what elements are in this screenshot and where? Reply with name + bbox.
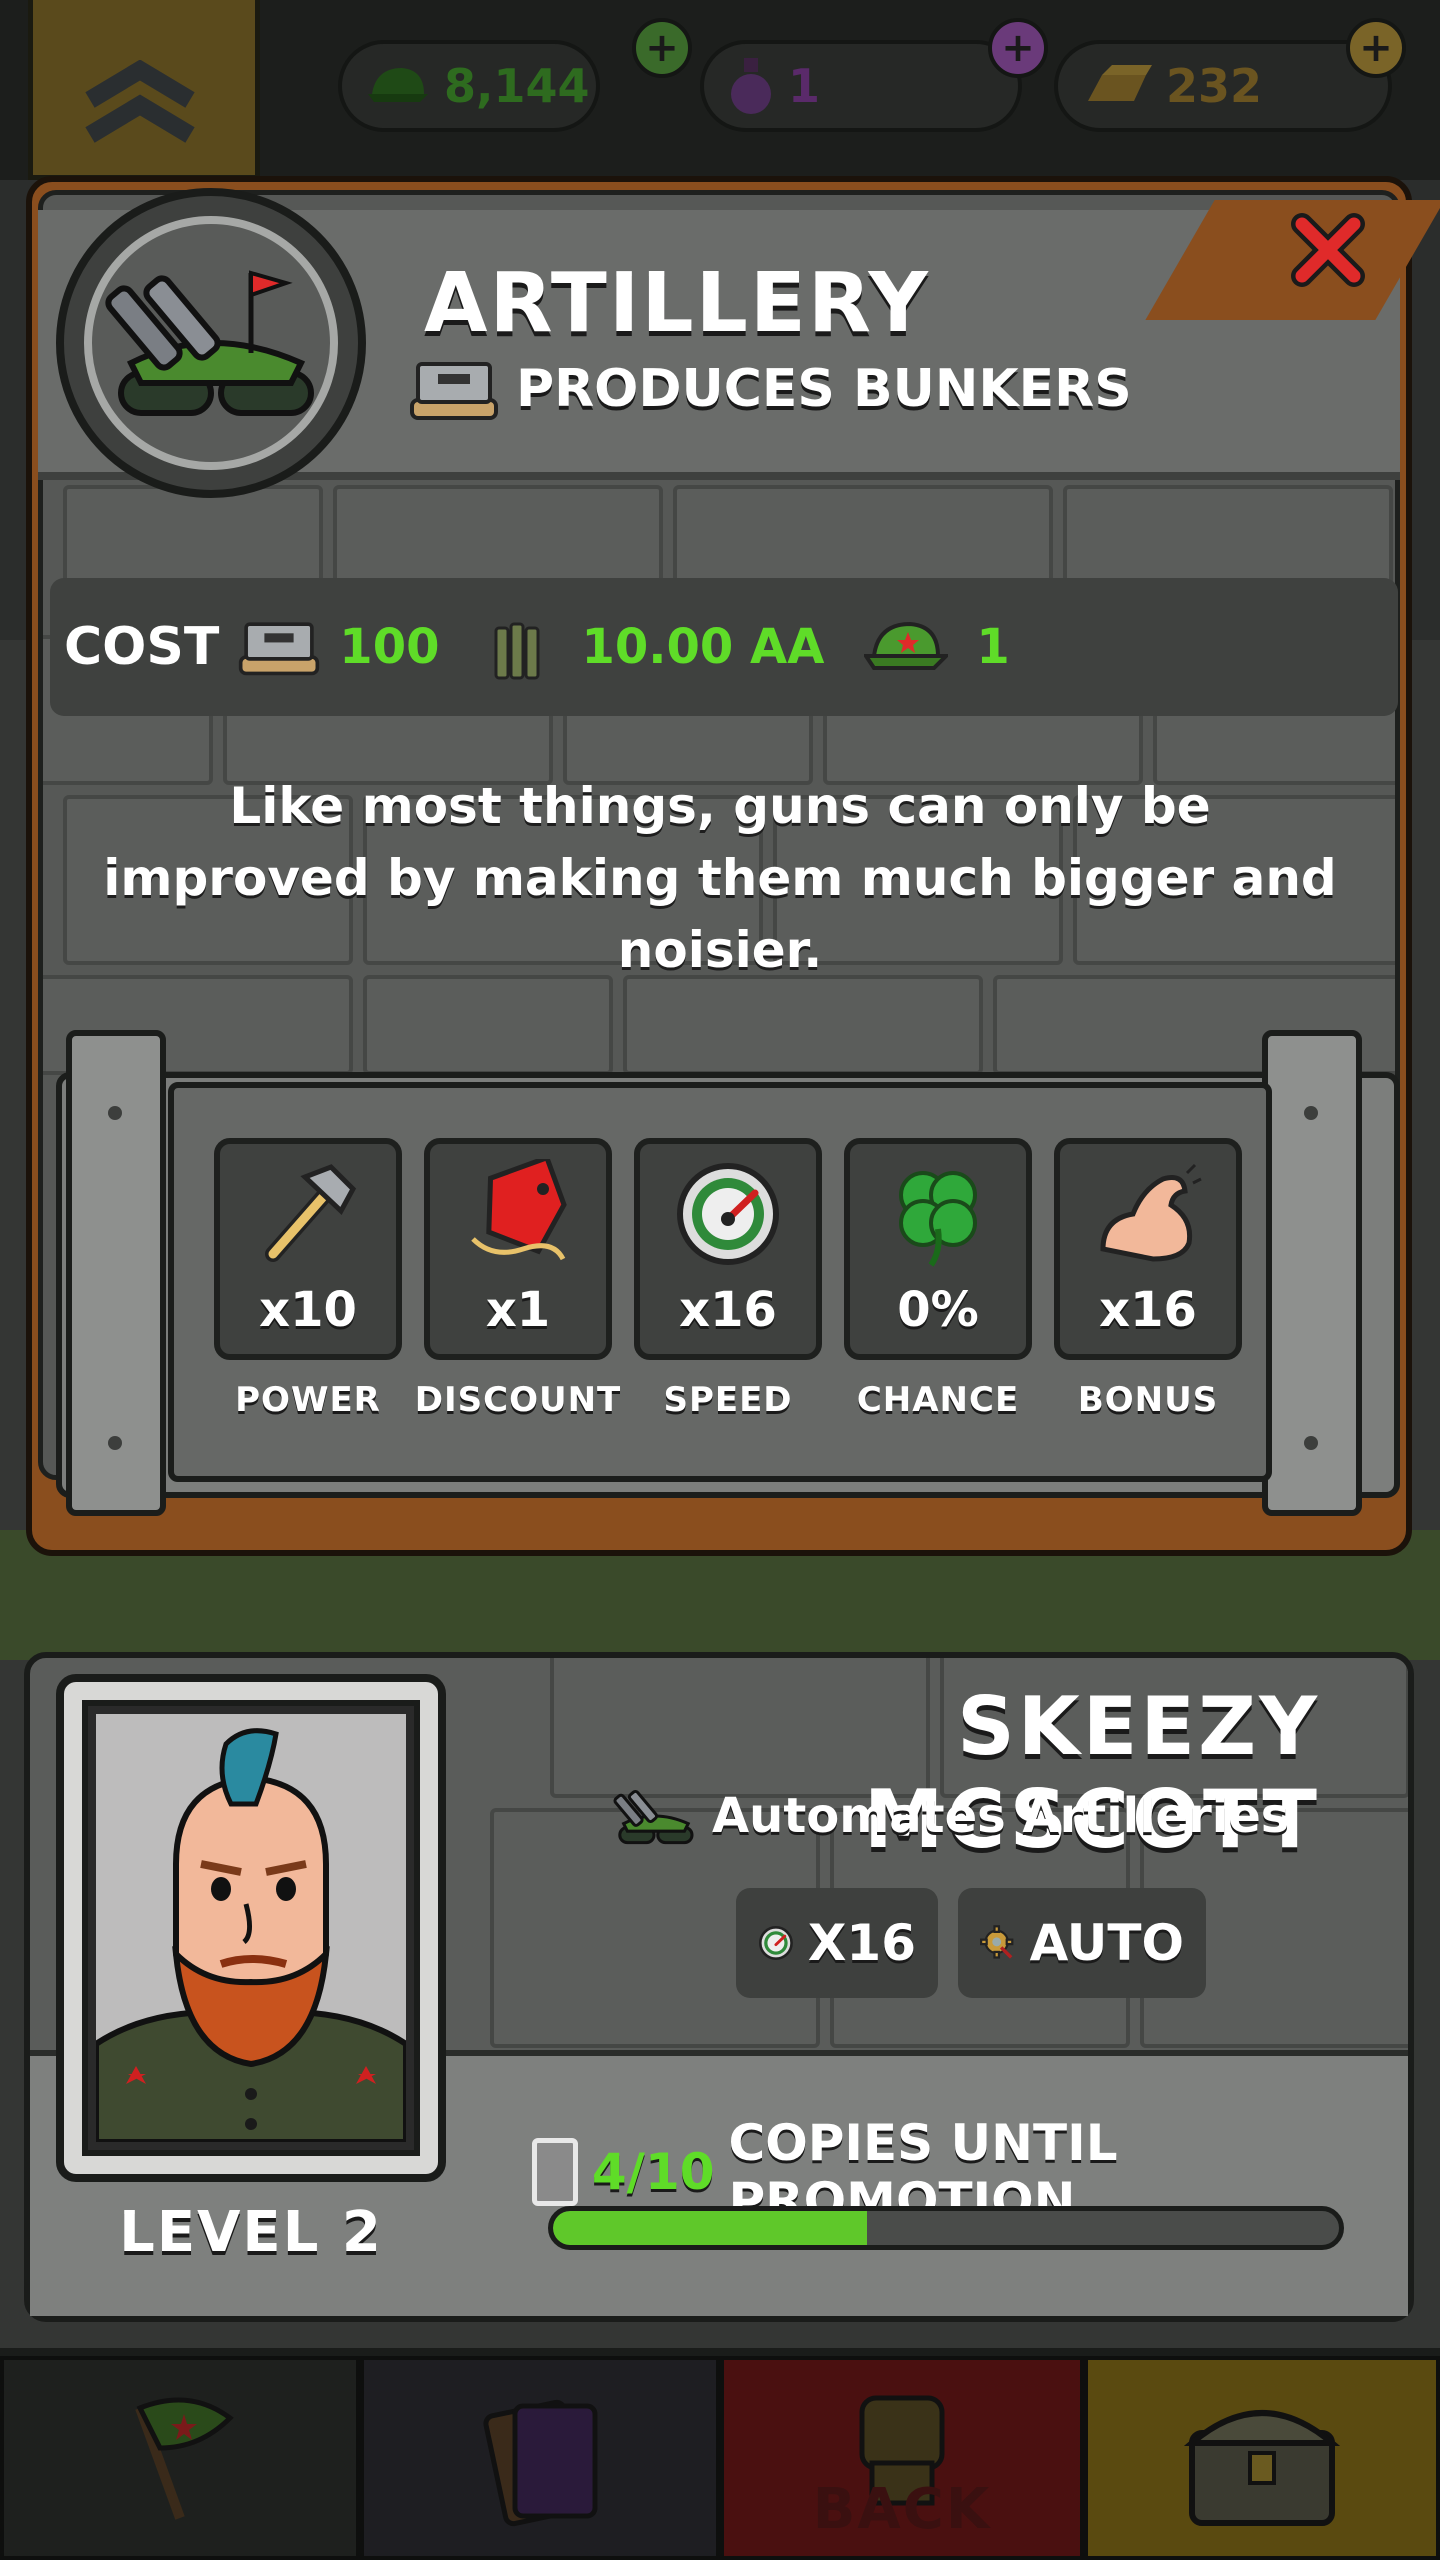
close-x-icon [1291,213,1365,287]
manager-description: Automates Artilleries [612,1778,1289,1854]
stat-chance-label: CHANCE [856,1380,1020,1420]
cost-label: COST [64,617,220,677]
gold-bars-icon [1088,65,1152,101]
manager-level: LEVEL 2 [119,2200,383,2265]
stat-discount[interactable]: x1 [424,1138,612,1360]
stat-bonus-label: BONUS [1077,1380,1219,1420]
manager-portrait[interactable] [96,1714,406,2142]
bunker-icon [239,622,320,676]
artillery-medal [56,188,366,498]
badge-speed: X16 [736,1888,938,1998]
stat-discount-label: DISCOUNT [414,1380,622,1420]
stat-speed-label: SPEED [663,1380,793,1420]
add-gold-button[interactable]: + [1346,18,1406,78]
gold-value: 232 [1166,59,1263,113]
add-potions-button[interactable]: + [988,18,1048,78]
dialog-description: Like most things, guns can only be impro… [103,777,1337,979]
manager-description-text: Automates Artilleries [712,1788,1290,1844]
promotion-count: 4/10 [591,2143,715,2201]
card-copy-icon [532,2138,578,2206]
resource-gold: 232 [1054,40,1392,132]
nav-tab-chest[interactable] [1084,2356,1440,2560]
back-button[interactable]: BACK [720,2356,1084,2560]
nav-tab-cards[interactable] [360,2356,720,2560]
potion-icon [731,58,771,114]
potions-value: 1 [788,59,821,113]
panel-post-left [66,1030,166,1516]
gear-auto-icon [980,1925,1014,1959]
ammo-icon [494,622,539,680]
cap-icon [368,68,428,102]
badge-auto: AUTO [958,1888,1206,1998]
resource-potions: 1 [700,40,1022,132]
cost-caps: 1 [976,619,1010,675]
badge-speed-text: X16 [807,1914,916,1972]
bunker-icon [410,362,498,420]
nav-tab-missions[interactable] [0,2356,360,2560]
treasure-chest-icon [1183,2410,1341,2526]
subtitle-text: PRODUCES BUNKERS [516,359,1132,419]
price-tag-icon [471,1159,567,1261]
cards-icon [483,2399,598,2527]
sergeant-chevron-icon [85,60,195,143]
flag-icon [135,2397,234,2520]
speedometer-icon [677,1163,779,1265]
stat-chance-value: 0% [897,1282,979,1338]
cost-bar: COST 100 10.00 AA 1 [50,578,1398,716]
cost-ammo: 10.00 AA [581,619,825,675]
stat-power-label: POWER [235,1380,381,1420]
stat-power-value: x10 [259,1282,357,1338]
artillery-tank-icon [613,1789,694,1845]
stat-chance[interactable]: 0% [844,1138,1032,1360]
speedometer-icon [758,1926,793,1960]
dialog-subtitle: PRODUCES BUNKERS [408,356,1132,422]
badge-auto-text: AUTO [1029,1914,1184,1972]
stat-bonus[interactable]: x16 [1054,1138,1242,1360]
caps-value: 8,144 [444,59,590,113]
promotion-progress-fill [553,2211,868,2245]
dialog-title: ARTILLERY [424,256,930,351]
stat-power[interactable]: x10 [214,1138,402,1360]
clover-icon [899,1171,977,1267]
bicep-icon [1100,1163,1202,1262]
stat-bonus-value: x16 [1099,1282,1197,1338]
hammer-icon [265,1164,357,1262]
panel-post-right [1262,1030,1362,1516]
stat-speed[interactable]: x16 [634,1138,822,1360]
stat-speed-value: x16 [679,1282,777,1338]
stat-discount-value: x1 [485,1282,551,1338]
artillery-tank-icon [105,270,314,416]
resource-caps: 8,144 [338,40,600,132]
promotion-progress-bar [548,2206,1344,2250]
back-label: BACK [812,2477,992,2542]
cap-icon [864,621,949,670]
cost-bunkers: 100 [339,619,440,675]
add-caps-button[interactable]: + [632,18,692,78]
close-button[interactable] [1284,206,1372,294]
manager-portrait-image [96,1728,406,2142]
